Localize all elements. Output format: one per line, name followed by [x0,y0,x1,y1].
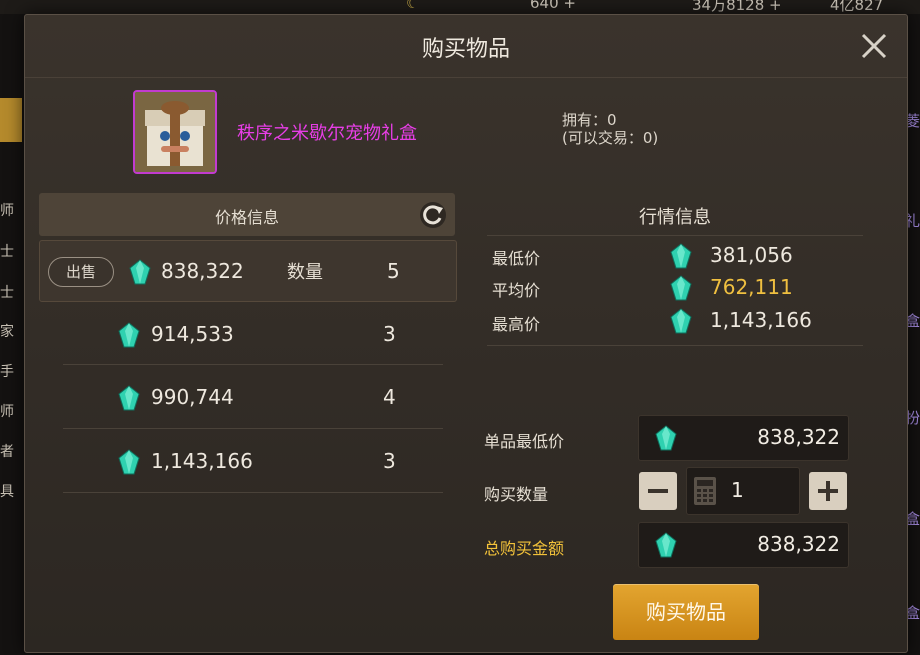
listing-price: 838,322 [161,259,244,283]
average-price-value: 762,111 [710,275,793,299]
increase-qty-button[interactable] [809,472,847,510]
listing-qty: 5 [387,259,400,283]
gem-icon [670,275,692,301]
close-icon[interactable] [859,31,889,61]
quantity-value: 1 [731,478,744,502]
background-top-bar [0,0,920,14]
minus-icon [648,489,668,493]
highest-price-value: 1,143,166 [710,308,812,332]
listing-qty: 3 [383,322,396,346]
refresh-icon[interactable] [419,201,447,229]
market-info-title: 行情信息 [639,207,711,228]
background-side-tab [0,98,22,142]
total-amount-label: 总购买金额 [484,539,565,558]
gem-icon [670,243,692,269]
price-info-header: 价格信息 [39,193,455,236]
listing-row[interactable]: 出售 838,322 数量 5 [39,240,457,302]
dialog-title: 购买物品 [421,37,510,62]
bg-side-label: 士 [0,285,14,301]
unit-price-label: 单品最低价 [484,432,565,451]
listing-row[interactable]: 1,143,166 3 [39,432,455,492]
gem-icon [670,308,692,334]
listing-row[interactable]: 914,533 3 [39,305,455,365]
bg-side-label: 师 [0,404,14,420]
listing-price: 990,744 [151,385,234,409]
currency-3: 4亿827 [830,0,884,14]
market-divider [487,345,863,346]
currency-icon: ☾ [406,0,420,12]
row-divider [63,492,443,493]
price-info-label: 价格信息 [214,208,279,227]
listing-qty: 3 [383,449,396,473]
lowest-price-value: 381,056 [710,243,793,267]
bg-side-label: 者 [0,444,14,460]
lowest-price-label: 最低价 [492,249,541,268]
gem-icon [655,532,677,558]
gem-icon [118,385,140,411]
listing-row[interactable]: 990,744 4 [39,368,455,428]
buy-item-dialog: 购买物品 秩序之米歇尔宠物礼盒 拥有：0 (可以交易：0) 价格信息 出售 83… [24,14,908,653]
row-divider [63,364,443,365]
listing-price: 1,143,166 [151,449,253,473]
buy-item-button[interactable]: 购买物品 [613,584,759,640]
average-price-label: 平均价 [492,281,541,300]
bg-side-label: 具 [0,484,14,500]
market-divider [487,235,863,236]
unit-price-field: 838,322 [638,415,849,461]
bg-side-label: 士 [0,244,14,260]
owned-info: 拥有：0 (可以交易：0) [562,111,658,147]
gem-icon [118,449,140,475]
plus-icon [818,481,838,501]
tradable-count: (可以交易：0) [562,129,659,147]
bg-side-label: 师 [0,203,14,219]
decrease-qty-button[interactable] [639,472,677,510]
unit-price-value: 838,322 [757,425,840,449]
quantity-label: 数量 [287,262,323,283]
total-amount-value: 838,322 [757,532,840,556]
row-divider [63,428,443,429]
dialog-title-bar: 购买物品 [25,15,907,78]
total-amount-field: 838,322 [638,522,849,568]
buy-qty-label: 购买数量 [484,485,549,504]
listing-qty: 4 [383,385,396,409]
currency-1: 640 + [530,0,576,12]
bg-side-label: 手 [0,364,14,380]
gem-icon [129,259,151,285]
gem-icon [118,322,140,348]
gift-box-icon [133,90,217,174]
item-name: 秩序之米歇尔宠物礼盒 [237,123,417,144]
owned-count: 拥有：0 [562,111,617,129]
quantity-input[interactable]: 1 [686,467,800,515]
calculator-icon[interactable] [693,476,717,506]
listing-price: 914,533 [151,322,234,346]
highest-price-label: 最高价 [492,315,541,334]
currency-2: 34万8128 + [692,0,782,14]
sell-button[interactable]: 出售 [48,257,114,287]
bg-side-label: 家 [0,324,14,340]
gem-icon [655,425,677,451]
